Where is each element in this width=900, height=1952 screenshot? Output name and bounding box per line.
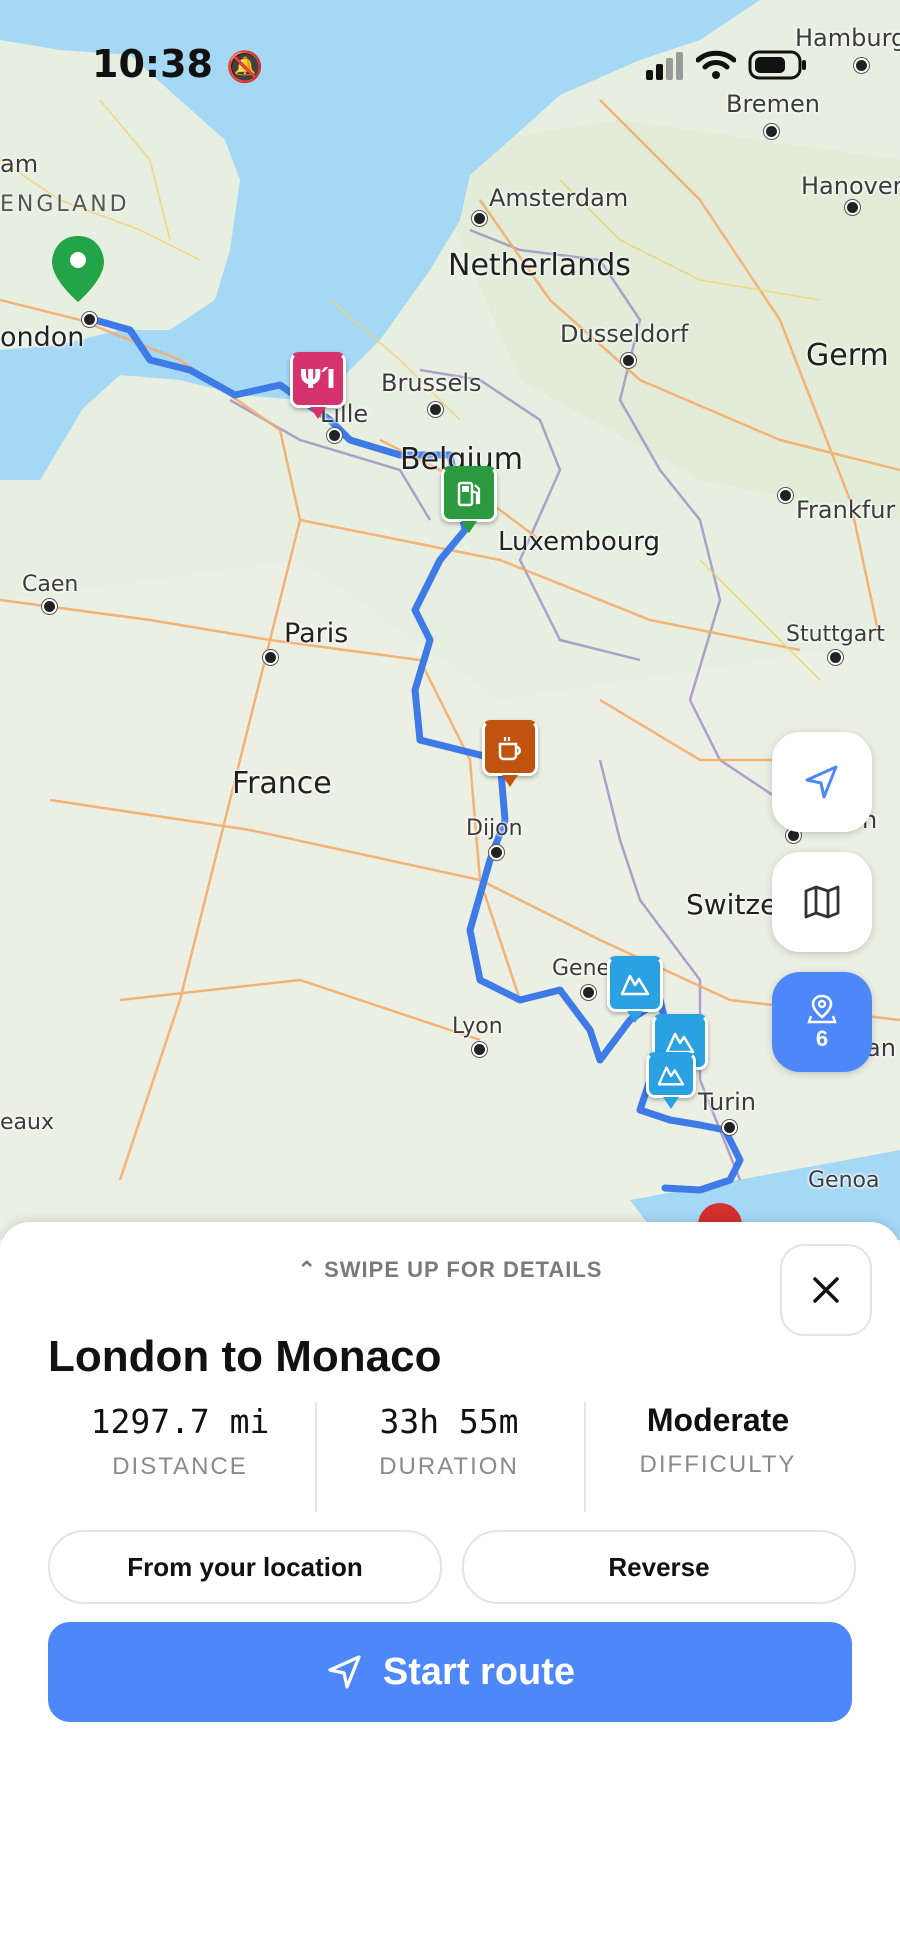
- coffee-cup-icon: [498, 737, 521, 761]
- city-label-amsterdam: Amsterdam: [489, 184, 629, 212]
- mountain-poi-marker[interactable]: [646, 1052, 696, 1109]
- map-pin-icon: [807, 994, 837, 1024]
- poi-count: 6: [815, 1026, 829, 1051]
- poi-list-button[interactable]: 6: [772, 972, 872, 1072]
- navigation-arrow-icon: [328, 1655, 361, 1689]
- bell-muted-icon: 🔕: [226, 50, 264, 85]
- city-label-bordeaux: eaux: [0, 1110, 54, 1135]
- city-dot: [472, 211, 487, 226]
- distance-value: 1297.7 mi: [90, 1402, 270, 1441]
- fuel-pump-icon: [457, 481, 481, 507]
- distance-stat: 1297.7 mi DISTANCE: [46, 1402, 314, 1481]
- city-label-lyon: Lyon: [452, 1014, 503, 1039]
- status-bar-icons: [644, 50, 806, 80]
- region-label-england: ENGLAND: [0, 192, 130, 217]
- city-label-caen: Caen: [22, 572, 79, 597]
- duration-stat: 33h 55m DURATION: [315, 1402, 583, 1481]
- close-button[interactable]: [780, 1244, 872, 1336]
- status-bar-time: 10:38 🔕: [92, 42, 264, 86]
- city-dot: [428, 402, 443, 417]
- city-dot: [327, 428, 342, 443]
- city-label-paris: Paris: [284, 618, 349, 649]
- city-dot: [722, 1120, 737, 1135]
- close-icon: [813, 1277, 839, 1303]
- mountain-icon: [657, 1066, 685, 1086]
- map-style-button[interactable]: [772, 852, 872, 952]
- cafe-poi-marker[interactable]: [482, 720, 538, 787]
- duration-value: 33h 55m: [379, 1402, 519, 1441]
- start-route-button[interactable]: Start route: [48, 1622, 852, 1722]
- route-title: London to Monaco: [48, 1332, 442, 1381]
- city-dot: [854, 58, 869, 73]
- city-dot: [778, 488, 793, 503]
- difficulty-value: Moderate: [646, 1402, 790, 1438]
- city-label-dusseldorf: Dusseldorf: [560, 320, 689, 348]
- city-label-dijon: Dijon: [466, 816, 523, 841]
- city-dot: [621, 353, 636, 368]
- city-label-genoa: Genoa: [808, 1168, 880, 1193]
- locate-me-button[interactable]: [772, 732, 872, 832]
- swipe-up-hint[interactable]: ⌃ SWIPE UP FOR DETAILS: [0, 1257, 900, 1283]
- mountain-icon: [620, 974, 650, 996]
- city-label-stuttgart: Stuttgart: [786, 622, 885, 647]
- city-label-luxembourg: Luxembourg: [498, 527, 661, 557]
- map-canvas: [0, 0, 900, 1247]
- route-bottom-sheet[interactable]: ⌃ SWIPE UP FOR DETAILS London to Monaco …: [0, 1222, 900, 1952]
- city-label-turin: Turin: [698, 1088, 756, 1116]
- difficulty-stat: Moderate DIFFICULTY: [584, 1402, 852, 1479]
- city-dot: [581, 985, 596, 1000]
- country-label-germany: Germ: [806, 338, 889, 373]
- city-label-frankfurt: Frankfur: [796, 496, 896, 524]
- restaurant-poi-marker[interactable]: ΨΊ: [290, 352, 346, 419]
- fuel-poi-marker[interactable]: [441, 466, 497, 533]
- city-label-bremen: Bremen: [726, 90, 820, 118]
- city-dot: [263, 650, 278, 665]
- city-label-am: am: [0, 150, 39, 178]
- city-label-london: ondon: [0, 322, 85, 353]
- city-label-hamburg: Hamburg: [795, 24, 900, 52]
- city-label-geneva: Gene: [552, 956, 611, 981]
- duration-label: DURATION: [379, 1453, 519, 1480]
- battery-icon: [748, 50, 806, 80]
- mountain-poi-marker[interactable]: [607, 956, 663, 1023]
- navigation-arrow-icon: [805, 765, 838, 799]
- wifi-icon: [696, 50, 736, 79]
- start-route-label: Start route: [382, 1650, 576, 1693]
- country-label-france: France: [232, 766, 332, 801]
- country-label-switzerland: Switze: [686, 888, 778, 921]
- city-dot: [42, 599, 57, 614]
- reverse-button[interactable]: Reverse: [462, 1530, 856, 1604]
- city-dot: [764, 124, 779, 139]
- city-dot: [845, 200, 860, 215]
- signal-icon: [646, 52, 683, 80]
- from-your-location-button[interactable]: From your location: [48, 1530, 442, 1604]
- map-view[interactable]: Hamburg Bremen Hanover Amsterdam Netherl…: [0, 0, 900, 1247]
- country-label-netherlands: Netherlands: [448, 248, 631, 283]
- distance-label: DISTANCE: [112, 1453, 248, 1480]
- fork-knife-icon: ΨΊ: [299, 365, 337, 395]
- city-dot: [828, 650, 843, 665]
- chevron-up-icon: ⌃: [297, 1257, 317, 1282]
- city-label-hanover: Hanover: [801, 172, 900, 200]
- city-dot: [489, 845, 504, 860]
- difficulty-label: DIFFICULTY: [639, 1451, 797, 1478]
- map-icon: [804, 885, 840, 919]
- city-label-brussels: Brussels: [381, 369, 482, 397]
- city-dot: [472, 1042, 487, 1057]
